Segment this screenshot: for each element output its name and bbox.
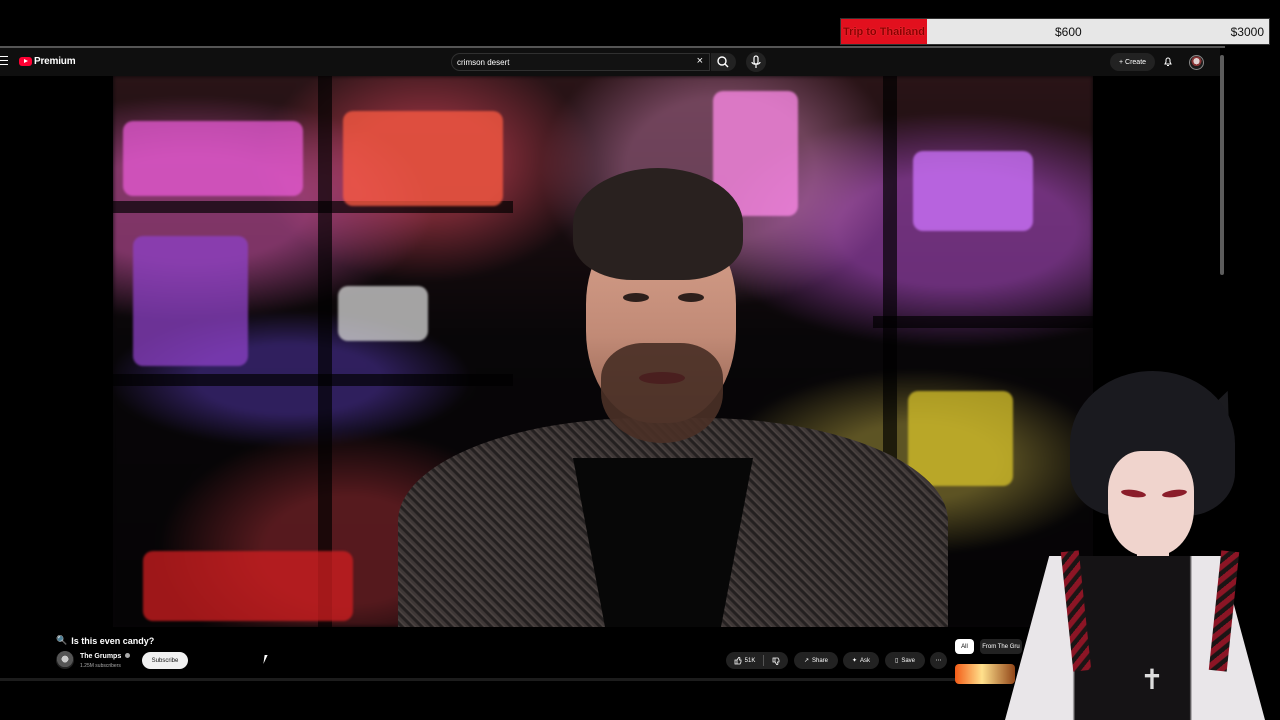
voice-search-button[interactable]: [746, 52, 766, 72]
like-dislike-button-group[interactable]: 51K: [726, 652, 788, 669]
ask-label: Ask: [860, 657, 871, 664]
close-icon[interactable]: ×: [697, 56, 703, 67]
subscribe-button[interactable]: Subscribe: [142, 652, 188, 669]
channel-name-text: The Grumps: [80, 653, 122, 660]
shelf-divider: [318, 76, 332, 627]
video-title-text: Is this even candy?: [71, 635, 155, 646]
hair: [573, 168, 743, 280]
eye: [678, 293, 704, 302]
pink-toy: [123, 121, 303, 196]
thumb-down-icon[interactable]: [772, 657, 780, 665]
save-button[interactable]: ▯ Save: [885, 652, 925, 669]
video-title: 🔍 Is this even candy?: [56, 635, 154, 646]
beard: [601, 343, 723, 443]
yellow-toy: [908, 391, 1013, 486]
magnifying-glass-icon: 🔍: [56, 635, 68, 645]
button-separator: [763, 655, 765, 666]
share-label: Share: [812, 657, 829, 664]
like-count: 51K: [744, 657, 756, 664]
cross-necklace-icon: ✝: [1140, 664, 1164, 695]
create-label: Create: [1125, 58, 1147, 66]
recommendation-chip-channel[interactable]: From The Gru: [980, 639, 1022, 654]
search-value: crimson desert: [457, 58, 510, 67]
share-button[interactable]: ↗ Share: [794, 652, 838, 669]
search-input[interactable]: crimson desert ×: [451, 53, 710, 71]
mouse-cursor-icon: [263, 655, 268, 664]
sparkle-icon: ✦: [851, 658, 857, 664]
red-box: [143, 551, 353, 621]
recommended-video-thumbnail[interactable]: [955, 664, 1015, 684]
microphone-icon: [751, 55, 761, 68]
ask-button[interactable]: ✦ Ask: [843, 652, 879, 669]
more-actions-button[interactable]: ⋯: [930, 652, 947, 669]
subscriber-count: 1.25M subscribers: [80, 663, 121, 669]
youtube-logo-icon: [19, 57, 32, 66]
youtube-brand-label: Premium: [34, 56, 76, 67]
youtube-premium-logo[interactable]: Premium: [19, 56, 76, 67]
thumb-up-icon[interactable]: [734, 656, 742, 665]
page-scrollbar[interactable]: [1220, 55, 1224, 275]
channel-name[interactable]: The Grumps: [80, 653, 131, 660]
shelf: [873, 316, 1093, 328]
bell-icon[interactable]: [1163, 56, 1173, 67]
search-button[interactable]: [711, 53, 736, 71]
save-label: Save: [901, 657, 915, 664]
create-button[interactable]: + Create: [1110, 53, 1155, 71]
bookmark-icon: ▯: [895, 658, 899, 664]
share-icon: ↗: [803, 658, 809, 664]
recommendation-chip-all[interactable]: All: [955, 639, 974, 654]
eye: [623, 293, 649, 302]
hamburger-menu-icon[interactable]: [0, 56, 8, 66]
anime-avatar-overlay: ✝: [1005, 371, 1265, 720]
mouth: [639, 372, 685, 384]
channel-avatar[interactable]: [56, 651, 74, 669]
more-icon: ⋯: [935, 658, 942, 664]
video-player[interactable]: [113, 76, 1093, 627]
goal-target-amount: $3000: [1230, 24, 1264, 39]
search-icon: [717, 56, 729, 68]
goal-current-amount: $600: [1055, 24, 1082, 39]
account-avatar[interactable]: [1189, 55, 1204, 70]
verified-icon: [125, 653, 131, 658]
purple-toy: [133, 236, 248, 366]
avatar-face: [1108, 451, 1194, 556]
page-progress-line: [0, 678, 1015, 681]
youtube-header: Premium crimson desert × + Create: [0, 48, 1220, 76]
donation-goal-bar: Trip to Thailand $600 $3000: [840, 18, 1270, 45]
plus-icon: +: [1118, 58, 1124, 66]
lavender-toy: [913, 151, 1033, 231]
presenter: [363, 168, 948, 627]
goal-label: Trip to Thailand: [843, 25, 925, 38]
